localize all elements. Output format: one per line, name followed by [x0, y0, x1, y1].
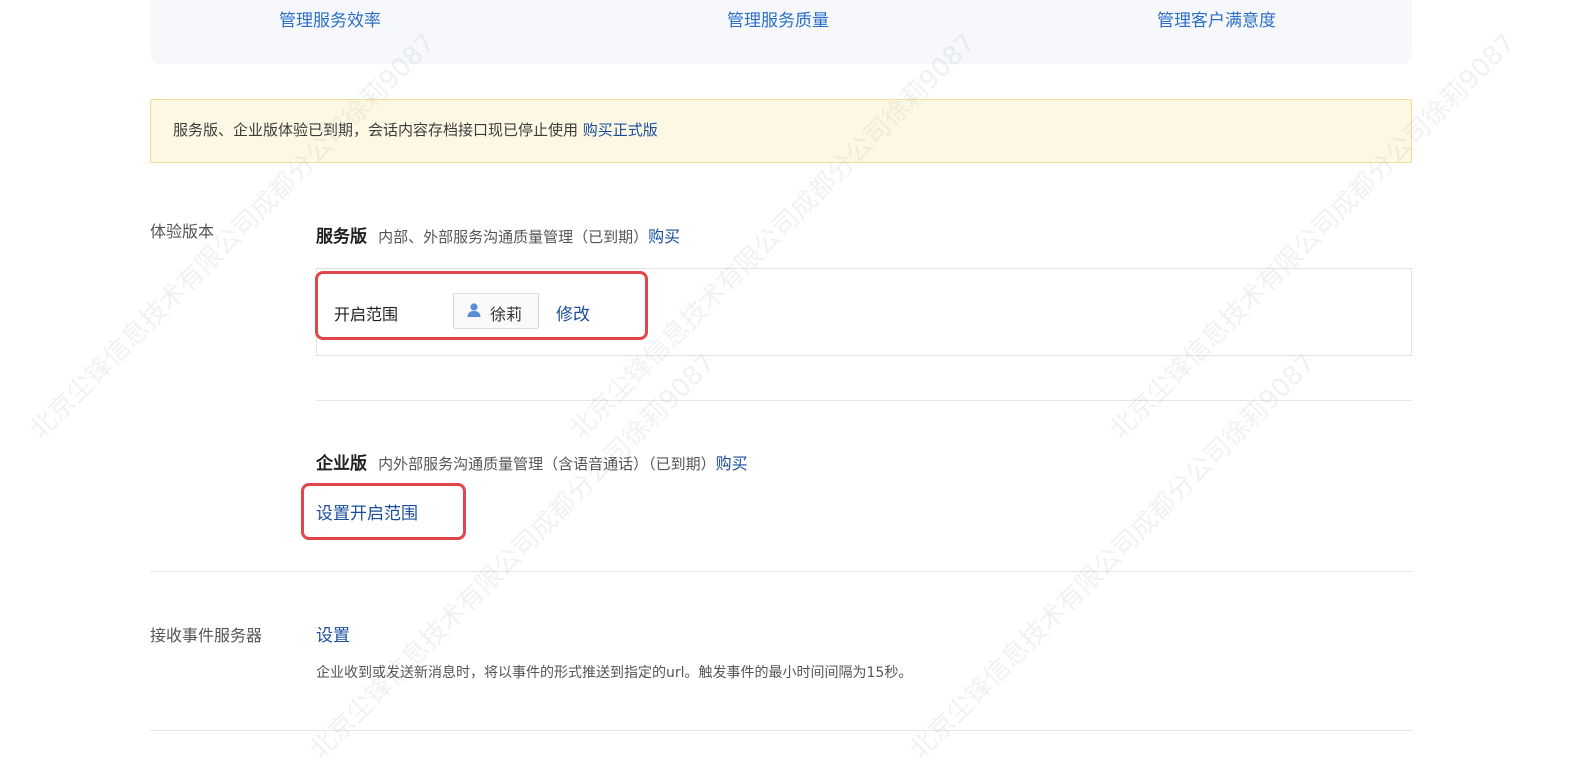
edition-divider — [316, 400, 1412, 401]
trial-version-label: 体验版本 — [150, 222, 215, 241]
event-server-desc: 企业收到或发送新消息时，将以事件的形式推送到指定的url。触发事件的最小时间间隔… — [316, 665, 913, 681]
expiry-warning-message: 服务版、企业版体验已到期，会话内容存档接口现已停止使用 — [173, 121, 583, 139]
service-edition-buy-link[interactable]: 购买 — [648, 227, 680, 246]
bottom-divider — [150, 730, 1412, 731]
buy-official-link[interactable]: 购买正式版 — [583, 121, 658, 139]
watermark-text: 北京尘锋信息技术有限公司成都分公司徐莉9087 — [304, 348, 722, 766]
service-edition-title: 服务版 — [316, 227, 367, 247]
event-server-label: 接收事件服务器 — [150, 626, 263, 645]
tab-customer-satisfaction[interactable]: 管理客户满意度 — [1157, 6, 1276, 31]
event-server-setting-link[interactable]: 设置 — [316, 621, 350, 646]
service-edition-header: 服务版 内部、外部服务沟通质量管理（已到期）购买 — [316, 222, 680, 247]
section-divider — [150, 571, 1412, 572]
expiry-warning-text: 服务版、企业版体验已到期，会话内容存档接口现已停止使用 购买正式版 — [173, 119, 658, 140]
enterprise-edition-buy-link[interactable]: 购买 — [716, 454, 748, 473]
watermark-text: 北京尘锋信息技术有限公司成都分公司徐莉9087 — [1104, 28, 1522, 446]
enterprise-edition-desc: 内外部服务沟通质量管理（含语音通话）（已到期） — [378, 455, 716, 473]
highlight-box-set-scope — [301, 483, 466, 540]
tab-service-quality[interactable]: 管理服务质量 — [727, 6, 829, 31]
watermark-text: 北京尘锋信息技术有限公司成都分公司徐莉9087 — [904, 348, 1322, 766]
tab-service-efficiency[interactable]: 管理服务效率 — [279, 6, 381, 31]
enterprise-edition-header: 企业版 内外部服务沟通质量管理（含语音通话）（已到期）购买 — [316, 449, 748, 474]
highlight-box-scope — [315, 271, 648, 340]
enterprise-edition-title: 企业版 — [316, 454, 367, 474]
service-edition-desc: 内部、外部服务沟通质量管理（已到期） — [378, 228, 649, 246]
